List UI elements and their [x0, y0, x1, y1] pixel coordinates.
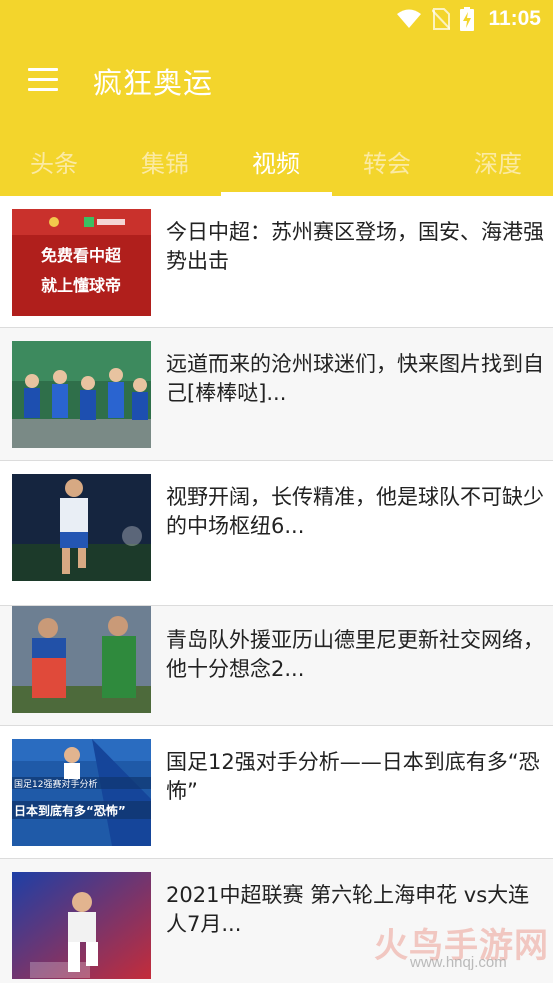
tab-in-depth[interactable]: 深度 [474, 144, 522, 179]
article-list: 免费看中超 就上懂球帝 今日中超：苏州赛区登场，国安、海港强势出击 远道而来的沧… [0, 196, 553, 983]
tab-transfers[interactable]: 转会 [363, 144, 411, 179]
watermark-url: www.hnqj.com [410, 954, 507, 971]
watermark-logo: 火鸟手游网 www.hnqj.com [374, 918, 548, 974]
list-item[interactable]: 国足12强赛对手分析 日本到底有多“恐怖” 国足12强对手分析——日本到底有多“… [0, 726, 553, 859]
article-title: 青岛队外援亚历山德里尼更新社交网络，他十分想念2... [166, 628, 544, 681]
article-thumbnail [12, 341, 151, 448]
article-title: 远道而来的沧州球迷们，快来图片找到自己[棒棒哒]... [166, 352, 544, 405]
tab-bar: 头条 集锦 视频 转会 深度 [0, 128, 553, 196]
article-title: 今日中超：苏州赛区登场，国安、海港强势出击 [166, 220, 544, 273]
article-thumbnail [12, 606, 151, 713]
list-item[interactable]: 免费看中超 就上懂球帝 今日中超：苏州赛区登场，国安、海港强势出击 [0, 196, 553, 328]
article-thumbnail: 免费看中超 就上懂球帝 [12, 209, 151, 316]
article-thumbnail: 国足12强赛对手分析 日本到底有多“恐怖” [12, 739, 151, 846]
article-thumbnail [12, 474, 151, 581]
tab-videos[interactable]: 视频 [252, 144, 300, 179]
list-item[interactable]: 青岛队外援亚历山德里尼更新社交网络，他十分想念2... [0, 606, 553, 726]
list-item[interactable]: 视野开阔，长传精准，他是球队不可缺少的中场枢纽6... [0, 461, 553, 606]
wifi-icon [397, 9, 422, 28]
thumbnail-text-line-1: 国足12强赛对手分析 [14, 778, 97, 790]
status-bar: 11:05 [0, 0, 553, 38]
status-time: 11:05 [488, 7, 541, 30]
tab-headlines[interactable]: 头条 [30, 144, 78, 179]
article-thumbnail [12, 872, 151, 979]
no-sim-icon [432, 8, 451, 30]
article-title: 视野开阔，长传精准，他是球队不可缺少的中场枢纽6... [166, 485, 544, 538]
toolbar: 疯狂奥运 [0, 46, 553, 116]
menu-icon[interactable] [28, 68, 58, 92]
thumbnail-text-line-1: 免费看中超 [41, 246, 122, 265]
status-icons: 11:05 [396, 6, 541, 32]
list-item[interactable]: 远道而来的沧州球迷们，快来图片找到自己[棒棒哒]... [0, 328, 553, 461]
battery-charging-icon [460, 7, 475, 31]
thumbnail-text-line-2: 日本到底有多“恐怖” [14, 803, 126, 818]
thumbnail-text-line-2: 就上懂球帝 [41, 276, 121, 295]
article-title: 国足12强对手分析——日本到底有多“恐怖” [166, 750, 540, 803]
tab-highlights[interactable]: 集锦 [141, 144, 189, 179]
app-bar: 11:05 疯狂奥运 头条 集锦 视频 转会 深度 [0, 0, 553, 196]
app-title: 疯狂奥运 [93, 66, 214, 100]
